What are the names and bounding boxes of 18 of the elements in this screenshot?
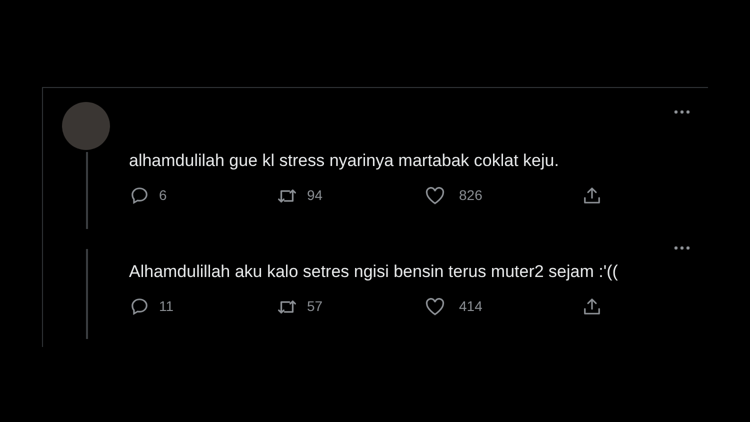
- reply-icon[interactable]: [130, 297, 149, 316]
- retweet-count: 94: [307, 186, 323, 205]
- heart-icon[interactable]: [425, 298, 445, 316]
- tweet-text: Alhamdulillah aku kalo setres ngisi bensin terus muter2 sejam :'((: [129, 261, 619, 283]
- like-count: 414: [459, 297, 482, 316]
- more-options-icon[interactable]: [674, 246, 690, 250]
- tweet-text: alhamdulilah gue kl stress nyarinya martabak coklat keju.: [129, 150, 560, 172]
- retweet-icon[interactable]: [277, 186, 297, 204]
- reply-count: 6: [159, 186, 167, 205]
- reply-icon[interactable]: [130, 186, 149, 205]
- reply-count: 11: [159, 297, 174, 316]
- share-icon[interactable]: [583, 297, 601, 316]
- more-options-icon[interactable]: [674, 110, 690, 114]
- like-count: 826: [459, 186, 482, 205]
- retweet-count: 57: [307, 297, 323, 316]
- share-icon[interactable]: [583, 186, 601, 205]
- retweet-icon[interactable]: [277, 298, 297, 316]
- heart-icon[interactable]: [425, 186, 445, 204]
